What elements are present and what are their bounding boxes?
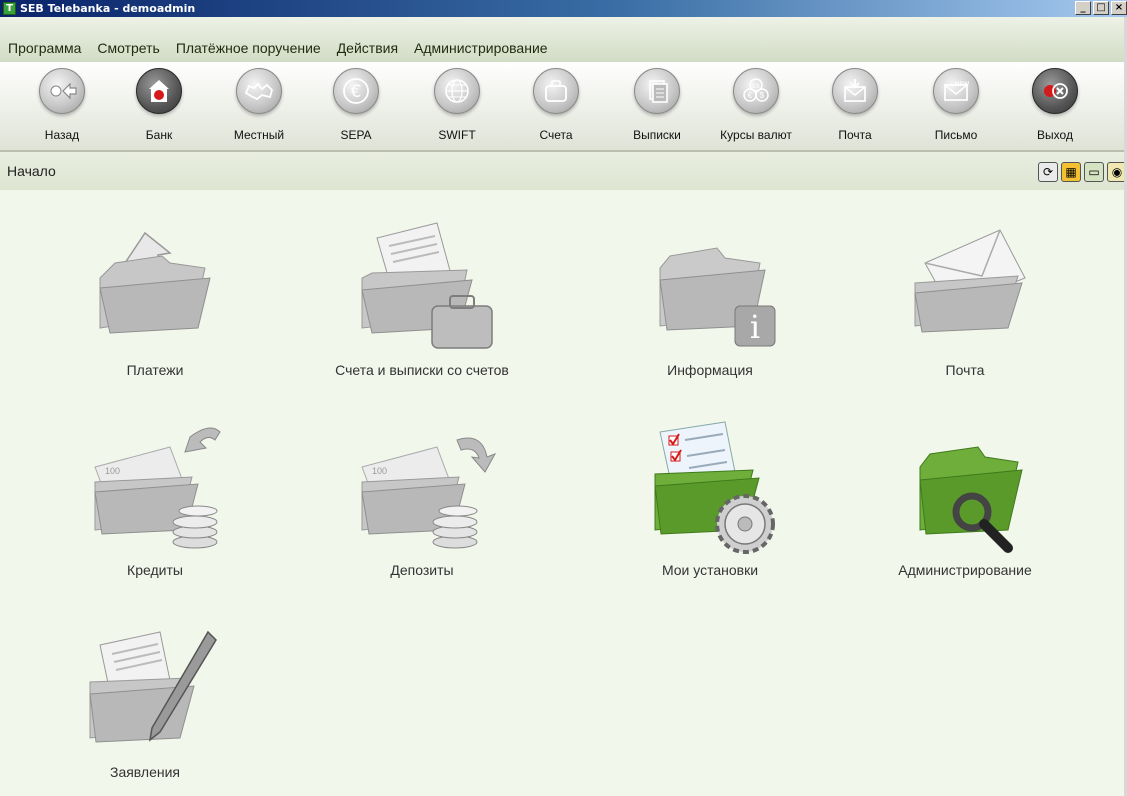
toolbar-bank-button[interactable]: Банк xyxy=(119,68,199,152)
tile-label: Депозиты xyxy=(390,562,454,578)
tile-mail[interactable]: Почта xyxy=(840,208,1090,398)
tile-label: Почта xyxy=(945,362,985,378)
toolbar-label: Банк xyxy=(145,128,173,142)
briefcase-icon xyxy=(533,68,579,114)
menu-actions[interactable]: Действия xyxy=(335,40,400,56)
breadcrumb: Начало xyxy=(7,163,56,179)
close-button[interactable]: × xyxy=(1111,1,1127,15)
tile-applications[interactable]: Заявления xyxy=(20,620,270,796)
tile-information[interactable]: i Информация xyxy=(585,208,835,398)
tile-deposits[interactable]: 100 Депозиты xyxy=(297,412,547,602)
toolbar-mail-button[interactable]: Почта xyxy=(815,68,895,152)
admin-folder-icon xyxy=(919,446,1023,553)
globe-icon xyxy=(434,68,480,114)
bank-icon xyxy=(136,68,182,114)
toolbar-exit-button[interactable]: Выход xyxy=(1015,68,1095,152)
accounts-folder-icon xyxy=(361,222,493,349)
toolbar-label: Почта xyxy=(838,128,872,142)
svg-text:i: i xyxy=(750,308,760,346)
exit-icon xyxy=(1032,68,1078,114)
tile-accounts-statements[interactable]: Счета и выписки со счетов xyxy=(297,208,547,398)
tile-label: Заявления xyxy=(109,764,181,780)
svg-text:100: 100 xyxy=(372,466,387,476)
tile-label: Мои установки xyxy=(661,562,759,578)
toolbar: Назад Банк Местный € SEPA SWIFT Счета Вы… xyxy=(0,62,1127,152)
menu-programma[interactable]: Программа xyxy=(6,40,83,56)
toolbar-statements-button[interactable]: Выписки xyxy=(617,68,697,152)
breadcrumb-bar: Начало ⟳ ▦ ▭ ◉ xyxy=(0,152,1127,190)
tile-payments[interactable]: Платежи xyxy=(30,208,280,398)
tile-label: Кредиты xyxy=(127,562,183,578)
window-title-bar: T SEB Telebanka - demoadmin _ □ × xyxy=(0,0,1127,17)
toolbar-sepa-button[interactable]: € SEPA xyxy=(316,68,396,152)
computer-icon[interactable]: ▭ xyxy=(1084,162,1104,182)
toolbar-label: Назад xyxy=(44,128,80,142)
new-letter-icon: NEW xyxy=(933,68,979,114)
menu-view[interactable]: Смотреть xyxy=(95,40,161,56)
toolbar-label: Местный xyxy=(233,128,285,142)
minimize-button[interactable]: _ xyxy=(1075,1,1091,15)
refresh-icon[interactable]: ⟳ xyxy=(1038,162,1058,182)
toolbar-local-button[interactable]: Местный xyxy=(219,68,299,152)
window-title: SEB Telebanka - demoadmin xyxy=(20,2,196,15)
toolbar-label: Курсы валют xyxy=(720,128,792,142)
svg-text:100: 100 xyxy=(105,466,120,476)
app-icon: T xyxy=(3,2,16,15)
toolbar-letter-button[interactable]: NEW Письмо xyxy=(916,68,996,152)
tile-label: Администрирование xyxy=(898,562,1032,578)
tile-my-settings[interactable]: Мои установки xyxy=(585,412,835,602)
toolbar-accounts-button[interactable]: Счета xyxy=(516,68,596,152)
back-arrow-icon xyxy=(39,68,85,114)
settings-folder-icon xyxy=(654,421,775,554)
tile-administration[interactable]: Администрирование xyxy=(840,412,1090,602)
svg-text:€: € xyxy=(748,91,753,100)
payments-folder-icon xyxy=(99,231,211,334)
svg-text:Ls: Ls xyxy=(752,83,760,90)
svg-text:€: € xyxy=(351,82,362,102)
toolbar-currency-rates-button[interactable]: Ls € $ Курсы валют xyxy=(716,68,796,152)
documents-icon xyxy=(634,68,680,114)
toolbar-label: Выход xyxy=(1037,128,1073,142)
tile-label: Платежи xyxy=(126,362,184,378)
toolbar-label: SEPA xyxy=(340,128,372,142)
window-controls: _ □ × xyxy=(1073,1,1127,16)
toolbar-label: Письмо xyxy=(934,128,978,142)
status-icons: ⟳ ▦ ▭ ◉ xyxy=(1035,162,1127,182)
latvia-map-icon xyxy=(236,68,282,114)
main-content: Платежи Счета и выписки со счетов i Инфо… xyxy=(0,190,1127,796)
toolbar-swift-button[interactable]: SWIFT xyxy=(417,68,497,152)
tile-label: Счета и выписки со счетов xyxy=(335,362,509,378)
menu-payment-order[interactable]: Платёжное поручение xyxy=(174,40,323,56)
menu-administration[interactable]: Администрирование xyxy=(412,40,550,56)
credits-folder-icon: 100 xyxy=(94,427,221,549)
svg-text:NEW: NEW xyxy=(955,82,969,88)
maximize-button[interactable]: □ xyxy=(1093,1,1109,15)
toolbar-label: Выписки xyxy=(633,128,681,142)
tile-label: Информация xyxy=(667,362,753,378)
mail-folder-icon xyxy=(914,229,1026,333)
mail-inbox-icon xyxy=(832,68,878,114)
menu-bar: Программа Смотреть Платёжное поручение Д… xyxy=(0,17,1127,62)
toolbar-label: Счета xyxy=(539,128,573,142)
info-folder-icon: i xyxy=(659,247,776,347)
euro-icon: € xyxy=(333,68,379,114)
toolbar-label: SWIFT xyxy=(438,128,476,142)
tile-credits[interactable]: 100 Кредиты xyxy=(30,412,280,602)
applications-folder-icon xyxy=(89,630,217,743)
svg-text:$: $ xyxy=(760,91,765,100)
toolbar-back-button[interactable]: Назад xyxy=(22,68,102,152)
smartcard-icon[interactable]: ▦ xyxy=(1061,162,1081,182)
currency-icon: Ls € $ xyxy=(733,68,779,114)
deposits-folder-icon: 100 xyxy=(361,437,497,549)
